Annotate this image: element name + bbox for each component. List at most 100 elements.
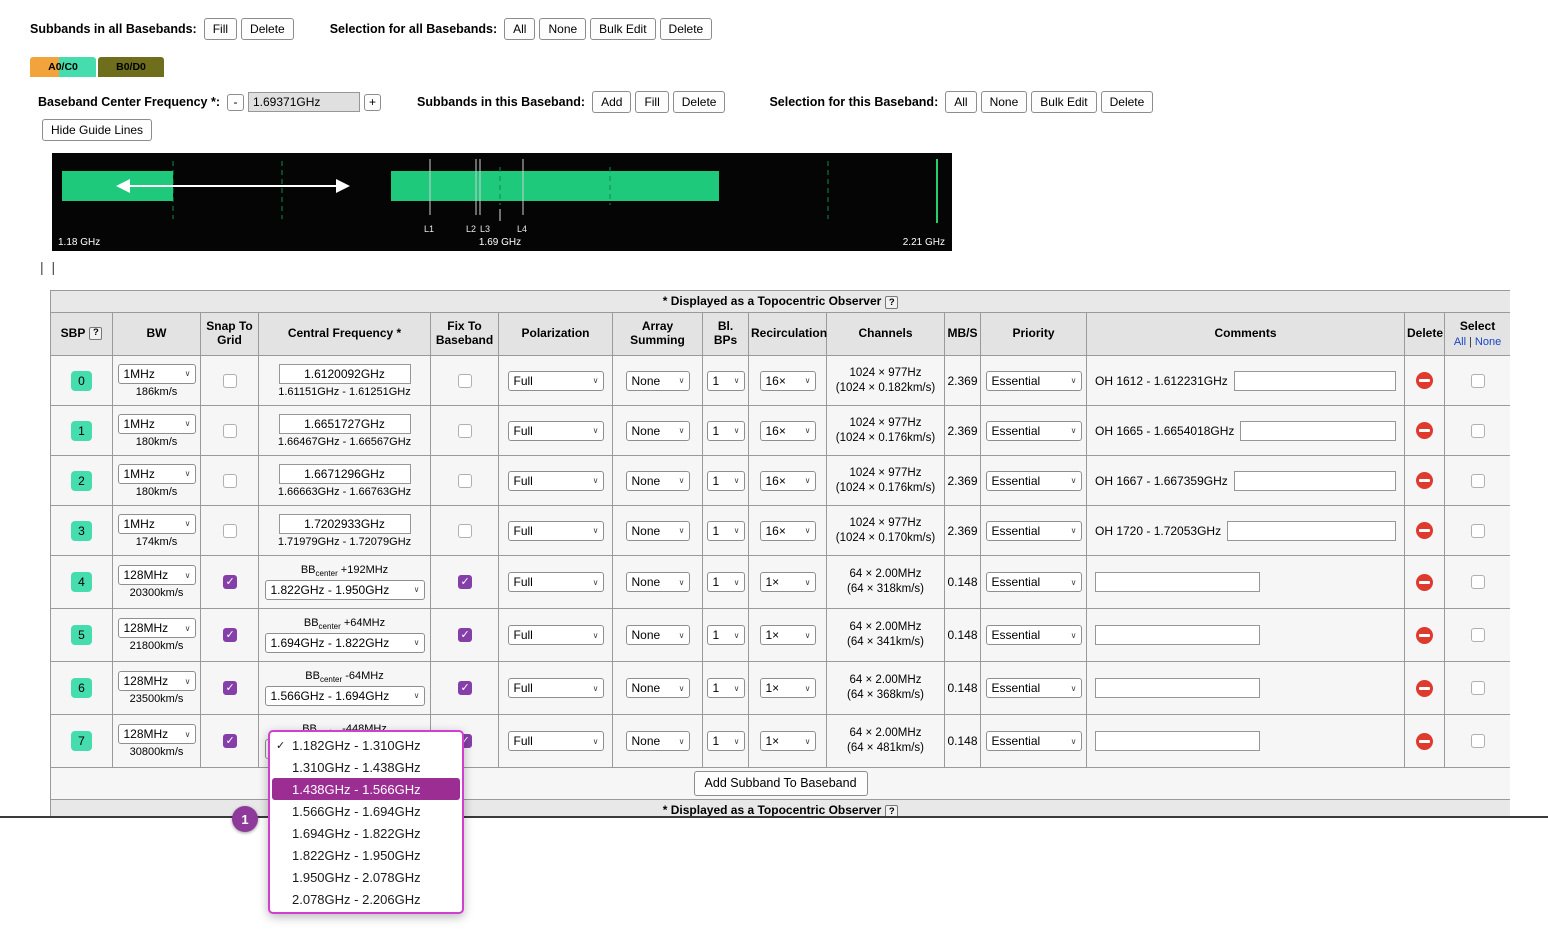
delete-subband-icon[interactable] [1416, 574, 1433, 591]
central-frequency-input[interactable] [279, 364, 411, 384]
dropdown-option[interactable]: 1.950GHz - 2.078GHz [272, 866, 460, 888]
recirculation-select[interactable]: 16×∨ [760, 471, 816, 491]
fix-to-baseband-checkbox[interactable] [458, 575, 472, 589]
select-all-this-baseband-button[interactable]: All [945, 91, 976, 113]
dropdown-option[interactable]: 1.566GHz - 1.694GHz [272, 800, 460, 822]
polarization-select[interactable]: Full∨ [508, 371, 604, 391]
fix-to-baseband-checkbox[interactable] [458, 524, 472, 538]
delete-subband-icon[interactable] [1416, 627, 1433, 644]
dropdown-option[interactable]: 2.078GHz - 2.206GHz [272, 888, 460, 910]
recirculation-select[interactable]: 1×∨ [760, 678, 816, 698]
array-summing-select[interactable]: None∨ [626, 572, 690, 592]
polarization-select[interactable]: Full∨ [508, 521, 604, 541]
select-none-basebands-button[interactable]: None [539, 18, 586, 40]
fix-to-baseband-checkbox[interactable] [458, 374, 472, 388]
dropdown-option[interactable]: ✓1.182GHz - 1.310GHz [272, 734, 460, 756]
snap-to-grid-checkbox[interactable] [223, 734, 237, 748]
delete-subband-icon[interactable] [1416, 522, 1433, 539]
array-summing-select[interactable]: None∨ [626, 471, 690, 491]
select-none-link[interactable]: None [1475, 336, 1501, 348]
bl-bps-select[interactable]: 1∨ [707, 625, 745, 645]
bandwidth-select[interactable]: 128MHz∨ [118, 671, 196, 691]
select-subband-checkbox[interactable] [1471, 374, 1485, 388]
dropdown-option[interactable]: 1.694GHz - 1.822GHz [272, 822, 460, 844]
recirculation-select[interactable]: 16×∨ [760, 421, 816, 441]
select-subband-checkbox[interactable] [1471, 524, 1485, 538]
bl-bps-select[interactable]: 1∨ [707, 371, 745, 391]
baseband-center-frequency-input[interactable] [248, 92, 360, 112]
priority-select[interactable]: Essential∨ [986, 521, 1082, 541]
recirculation-select[interactable]: 16×∨ [760, 371, 816, 391]
select-subband-checkbox[interactable] [1471, 424, 1485, 438]
bandwidth-select[interactable]: 128MHz∨ [118, 724, 196, 744]
priority-select[interactable]: Essential∨ [986, 731, 1082, 751]
polarization-select[interactable]: Full∨ [508, 731, 604, 751]
bulk-edit-basebands-button[interactable]: Bulk Edit [590, 18, 655, 40]
bandwidth-select[interactable]: 1MHz∨ [118, 414, 196, 434]
help-icon[interactable]: ? [89, 327, 102, 340]
comment-input[interactable] [1095, 625, 1260, 645]
delete-subband-icon[interactable] [1416, 680, 1433, 697]
delete-subband-icon[interactable] [1416, 372, 1433, 389]
bl-bps-select[interactable]: 1∨ [707, 572, 745, 592]
select-subband-checkbox[interactable] [1471, 734, 1485, 748]
central-frequency-input[interactable] [279, 414, 411, 434]
bl-bps-select[interactable]: 1∨ [707, 678, 745, 698]
comment-input[interactable] [1095, 572, 1260, 592]
resize-handle[interactable]: | | [40, 259, 1548, 281]
array-summing-select[interactable]: None∨ [626, 521, 690, 541]
fill-this-baseband-button[interactable]: Fill [635, 91, 668, 113]
decrease-frequency-button[interactable]: - [227, 94, 244, 111]
recirculation-select[interactable]: 1×∨ [760, 731, 816, 751]
delete-all-basebands-button[interactable]: Delete [241, 18, 294, 40]
comment-input[interactable] [1240, 421, 1396, 441]
bulk-edit-this-baseband-button[interactable]: Bulk Edit [1031, 91, 1096, 113]
comment-input[interactable] [1234, 471, 1396, 491]
select-subband-checkbox[interactable] [1471, 575, 1485, 589]
central-frequency-select[interactable]: 1.694GHz - 1.822GHz∨ [265, 633, 425, 653]
bl-bps-select[interactable]: 1∨ [707, 731, 745, 751]
tab-a0c0[interactable]: A0/C0 [30, 57, 96, 77]
delete-subband-icon[interactable] [1416, 733, 1433, 750]
central-frequency-select[interactable]: 1.822GHz - 1.950GHz∨ [265, 580, 425, 600]
central-frequency-dropdown[interactable]: ✓1.182GHz - 1.310GHz1.310GHz - 1.438GHz1… [268, 730, 464, 914]
polarization-select[interactable]: Full∨ [508, 471, 604, 491]
select-subband-checkbox[interactable] [1471, 681, 1485, 695]
comment-input[interactable] [1234, 371, 1396, 391]
recirculation-select[interactable]: 1×∨ [760, 625, 816, 645]
array-summing-select[interactable]: None∨ [626, 371, 690, 391]
array-summing-select[interactable]: None∨ [626, 731, 690, 751]
priority-select[interactable]: Essential∨ [986, 678, 1082, 698]
array-summing-select[interactable]: None∨ [626, 421, 690, 441]
snap-to-grid-checkbox[interactable] [223, 424, 237, 438]
comment-input[interactable] [1095, 731, 1260, 751]
help-icon[interactable]: ? [885, 296, 898, 309]
delete-selected-basebands-button[interactable]: Delete [660, 18, 713, 40]
fix-to-baseband-checkbox[interactable] [458, 474, 472, 488]
fill-all-basebands-button[interactable]: Fill [204, 18, 237, 40]
add-subband-button[interactable]: Add Subband To Baseband [694, 771, 868, 796]
snap-to-grid-checkbox[interactable] [223, 575, 237, 589]
snap-to-grid-checkbox[interactable] [223, 374, 237, 388]
priority-select[interactable]: Essential∨ [986, 572, 1082, 592]
delete-this-baseband-button[interactable]: Delete [673, 91, 726, 113]
central-frequency-select[interactable]: 1.566GHz - 1.694GHz∨ [265, 686, 425, 706]
central-frequency-input[interactable] [279, 464, 411, 484]
central-frequency-input[interactable] [279, 514, 411, 534]
array-summing-select[interactable]: None∨ [626, 625, 690, 645]
comment-input[interactable] [1095, 678, 1260, 698]
select-subband-checkbox[interactable] [1471, 628, 1485, 642]
bl-bps-select[interactable]: 1∨ [707, 471, 745, 491]
bandwidth-select[interactable]: 1MHz∨ [118, 514, 196, 534]
snap-to-grid-checkbox[interactable] [223, 474, 237, 488]
bandwidth-select[interactable]: 1MHz∨ [118, 364, 196, 384]
hide-guide-lines-button[interactable]: Hide Guide Lines [42, 119, 152, 141]
priority-select[interactable]: Essential∨ [986, 625, 1082, 645]
snap-to-grid-checkbox[interactable] [223, 681, 237, 695]
tab-b0d0[interactable]: B0/D0 [98, 57, 164, 77]
snap-to-grid-checkbox[interactable] [223, 628, 237, 642]
select-all-link[interactable]: All [1454, 336, 1466, 348]
priority-select[interactable]: Essential∨ [986, 421, 1082, 441]
increase-frequency-button[interactable]: + [364, 94, 381, 111]
polarization-select[interactable]: Full∨ [508, 572, 604, 592]
